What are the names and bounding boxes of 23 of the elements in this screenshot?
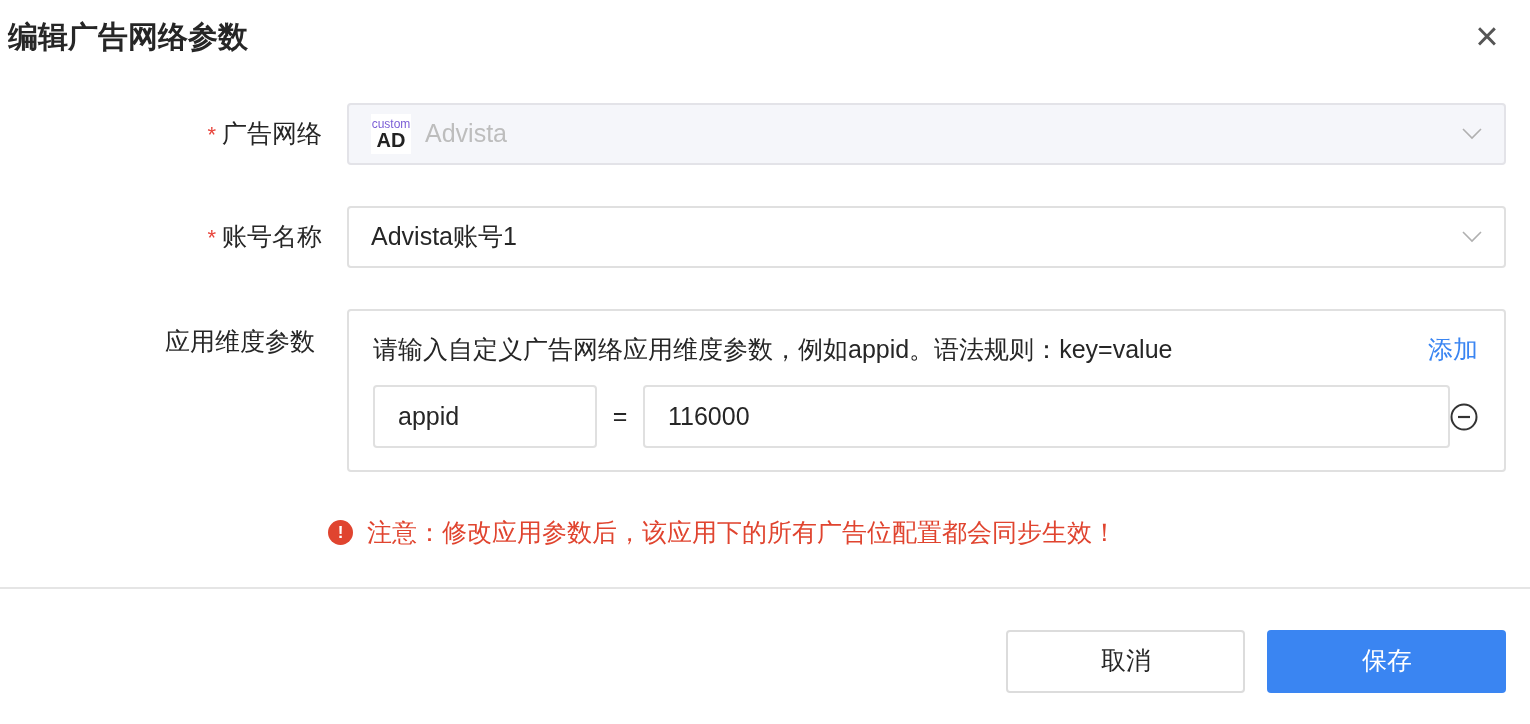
field-label: 账号名称 [222,221,322,253]
select-value: Advista [425,118,507,150]
add-link[interactable]: 添加 [1428,331,1478,369]
required-mark: * [207,120,216,149]
select-field[interactable]: Advista账号1 [347,206,1506,268]
required-mark: * [207,223,216,252]
hint-text: 请输入自定义广告网络应用维度参数，例如appid。语法规则：key=value [373,334,1173,366]
remove-icon[interactable] [1450,402,1478,431]
key-input[interactable]: appid [373,385,597,448]
field-label: 应用维度参数 [165,326,315,357]
select-value: Advista账号1 [371,221,517,253]
chevron-down-icon [1462,128,1482,140]
value-input[interactable]: 116000 [643,385,1450,448]
close-button[interactable]: × [1472,16,1502,56]
save-button[interactable]: 保存 [1267,629,1506,693]
dialog-title: 编辑广告网络参数 [8,18,248,55]
warning-icon: ! [328,520,353,546]
equals-sign: = [611,400,629,432]
warning-text: 注意：修改应用参数后，该应用下的所有广告位配置都会同步生效！ [367,517,1117,548]
logo-icon: custom AD [371,114,411,154]
field-label: 广告网络 [222,118,322,150]
chevron-down-icon [1462,231,1482,243]
cancel-button[interactable]: 取消 [1006,629,1245,693]
